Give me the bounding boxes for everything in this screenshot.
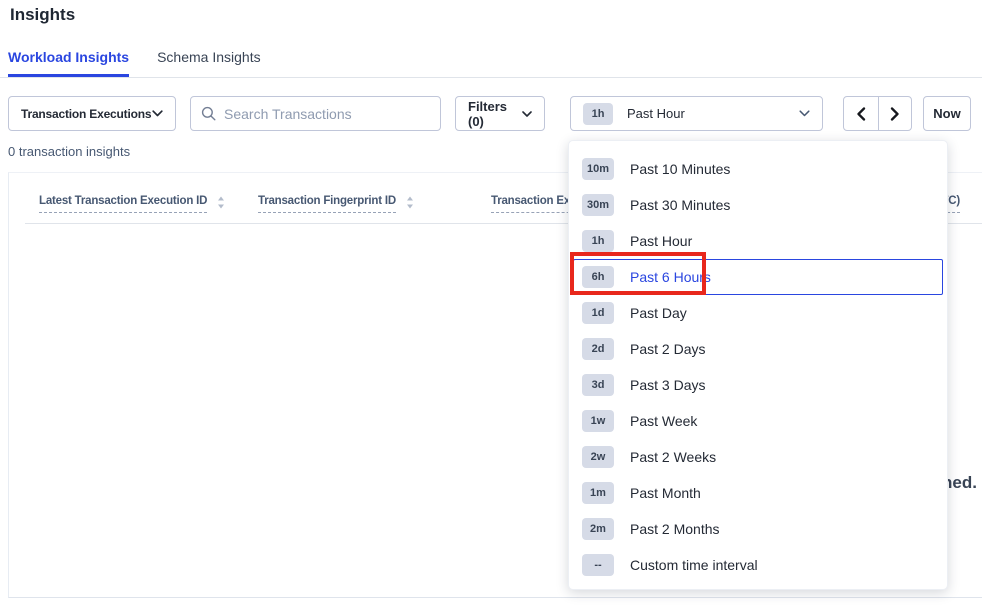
time-option-custom[interactable]: -- Custom time interval [573,547,943,583]
time-option-badge: 30m [582,194,614,216]
time-option-label: Past Month [630,485,701,501]
chevron-down-icon [799,110,810,117]
filters-button[interactable]: Filters (0) [455,96,545,131]
time-option-30m[interactable]: 30m Past 30 Minutes [573,187,943,223]
time-option-badge: 2m [582,518,614,540]
time-interval-menu: 10m Past 10 Minutes 30m Past 30 Minutes 1h Pa… [568,140,948,590]
time-option-1w[interactable]: 1w Past Week [573,403,943,439]
search-field [190,96,441,131]
interval-nav [843,96,912,131]
time-option-1d[interactable]: 1d Past Day [573,295,943,331]
time-option-3d[interactable]: 3d Past 3 Days [573,367,943,403]
time-option-badge: 2d [582,338,614,360]
time-option-badge: 1d [582,302,614,324]
column-label: Transaction Fingerprint ID [258,195,396,213]
time-option-2d[interactable]: 2d Past 2 Days [573,331,943,367]
time-option-badge: 1w [582,410,614,432]
tab-workload-insights[interactable]: Workload Insights [8,40,129,77]
time-option-10m[interactable]: 10m Past 10 Minutes [573,151,943,187]
column-label: Latest Transaction Execution ID [39,195,207,213]
sort-icon [217,196,225,209]
time-option-badge: 10m [582,158,614,180]
time-interval-label: Past Hour [627,106,685,121]
tab-schema-insights[interactable]: Schema Insights [157,40,261,77]
sort-icon [406,196,414,209]
insights-count: 0 transaction insights [8,144,130,159]
time-option-badge: 1m [582,482,614,504]
time-interval-select[interactable]: 1h Past Hour [570,96,823,131]
chevron-down-icon [522,111,532,117]
prev-interval-button[interactable] [844,97,878,130]
time-option-label: Past 2 Days [630,341,705,357]
column-header-txn-fingerprint-id[interactable]: Transaction Fingerprint ID [258,195,414,213]
time-option-badge: 1h [582,230,614,252]
time-option-label: Past Day [630,305,687,321]
time-option-label: Past Week [630,413,697,429]
time-option-label: Past 6 Hours [630,269,711,285]
execution-type-select[interactable]: Transaction Executions [8,96,176,131]
time-option-1h[interactable]: 1h Past Hour [573,223,943,259]
filters-label: Filters (0) [468,99,522,129]
time-option-badge: -- [582,554,614,576]
search-input[interactable] [224,106,430,122]
time-option-badge: 6h [582,266,614,288]
next-interval-button[interactable] [878,97,912,130]
tab-bar: Workload Insights Schema Insights [0,40,982,78]
time-option-label: Past 3 Days [630,377,705,393]
page-title: Insights [10,5,75,25]
time-option-6h[interactable]: 6h Past 6 Hours [573,259,943,295]
time-option-label: Past 10 Minutes [630,161,730,177]
time-option-label: Past 30 Minutes [630,197,730,213]
time-option-2w[interactable]: 2w Past 2 Weeks [573,439,943,475]
time-option-label: Past 2 Weeks [630,449,716,465]
chevron-down-icon [152,110,163,117]
column-header-latest-txn-execution-id[interactable]: Latest Transaction Execution ID [39,195,225,213]
time-option-label: Past Hour [630,233,692,249]
insights-page: Insights Workload Insights Schema Insigh… [0,0,982,605]
execution-type-label: Transaction Executions [21,107,151,121]
time-option-label: Past 2 Months [630,521,720,537]
time-option-2m[interactable]: 2m Past 2 Months [573,511,943,547]
time-option-badge: 2w [582,446,614,468]
time-option-1m[interactable]: 1m Past Month [573,475,943,511]
time-option-badge: 3d [582,374,614,396]
time-interval-badge: 1h [583,103,613,125]
search-icon [201,106,216,121]
now-button[interactable]: Now [923,96,971,131]
time-option-label: Custom time interval [630,557,758,573]
